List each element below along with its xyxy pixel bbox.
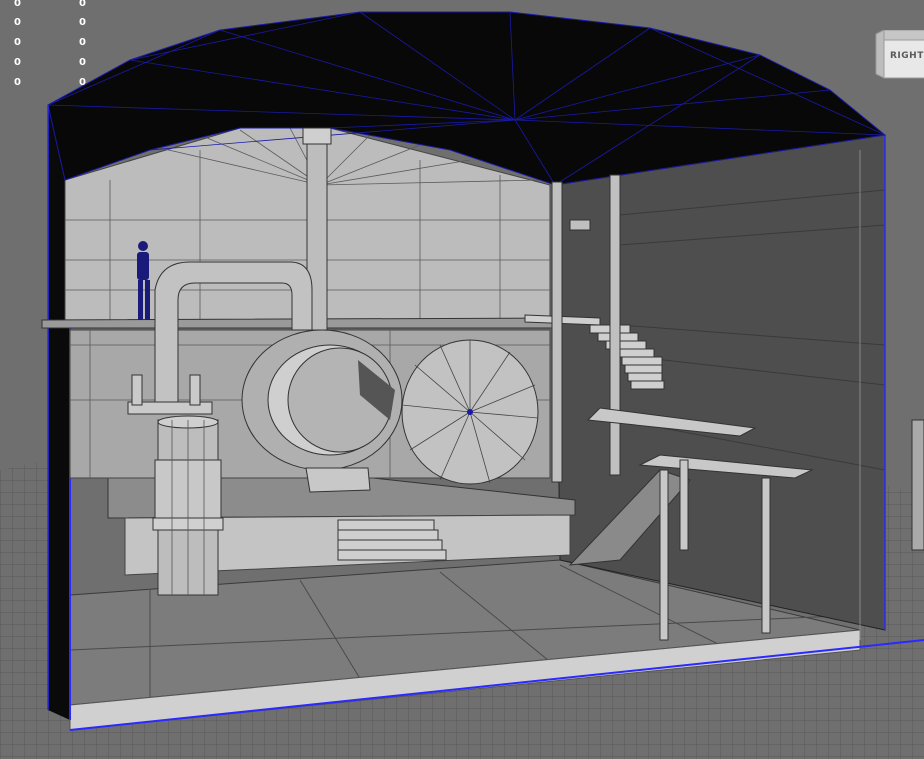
cylinder-tank[interactable]: [152, 415, 224, 596]
hud-value: 0: [14, 17, 21, 28]
round-hatch[interactable]: [401, 339, 539, 485]
hud-value: 0: [79, 77, 86, 88]
hud-value: 0: [79, 57, 86, 68]
hud-value: 0: [14, 77, 21, 88]
side-object: [911, 419, 924, 551]
hud-value: 0: [79, 37, 86, 48]
front-steps[interactable]: [337, 519, 447, 561]
hud-value: 0: [14, 0, 21, 9]
3d-viewport[interactable]: 0 0 0 0 0 0 0 0 0 0 RIGHT: [0, 0, 924, 759]
hud-value: 0: [79, 17, 86, 28]
hud-overlay: 0 0 0 0 0 0 0 0 0 0: [0, 0, 100, 100]
ring-steps[interactable]: [305, 467, 371, 493]
hud-value: 0: [79, 0, 86, 9]
view-cube-label[interactable]: RIGHT: [890, 51, 924, 61]
viewport-scene[interactable]: [0, 0, 924, 759]
hud-value: 0: [14, 57, 21, 68]
hud-value: 0: [14, 37, 21, 48]
ring-portal[interactable]: [241, 329, 403, 471]
